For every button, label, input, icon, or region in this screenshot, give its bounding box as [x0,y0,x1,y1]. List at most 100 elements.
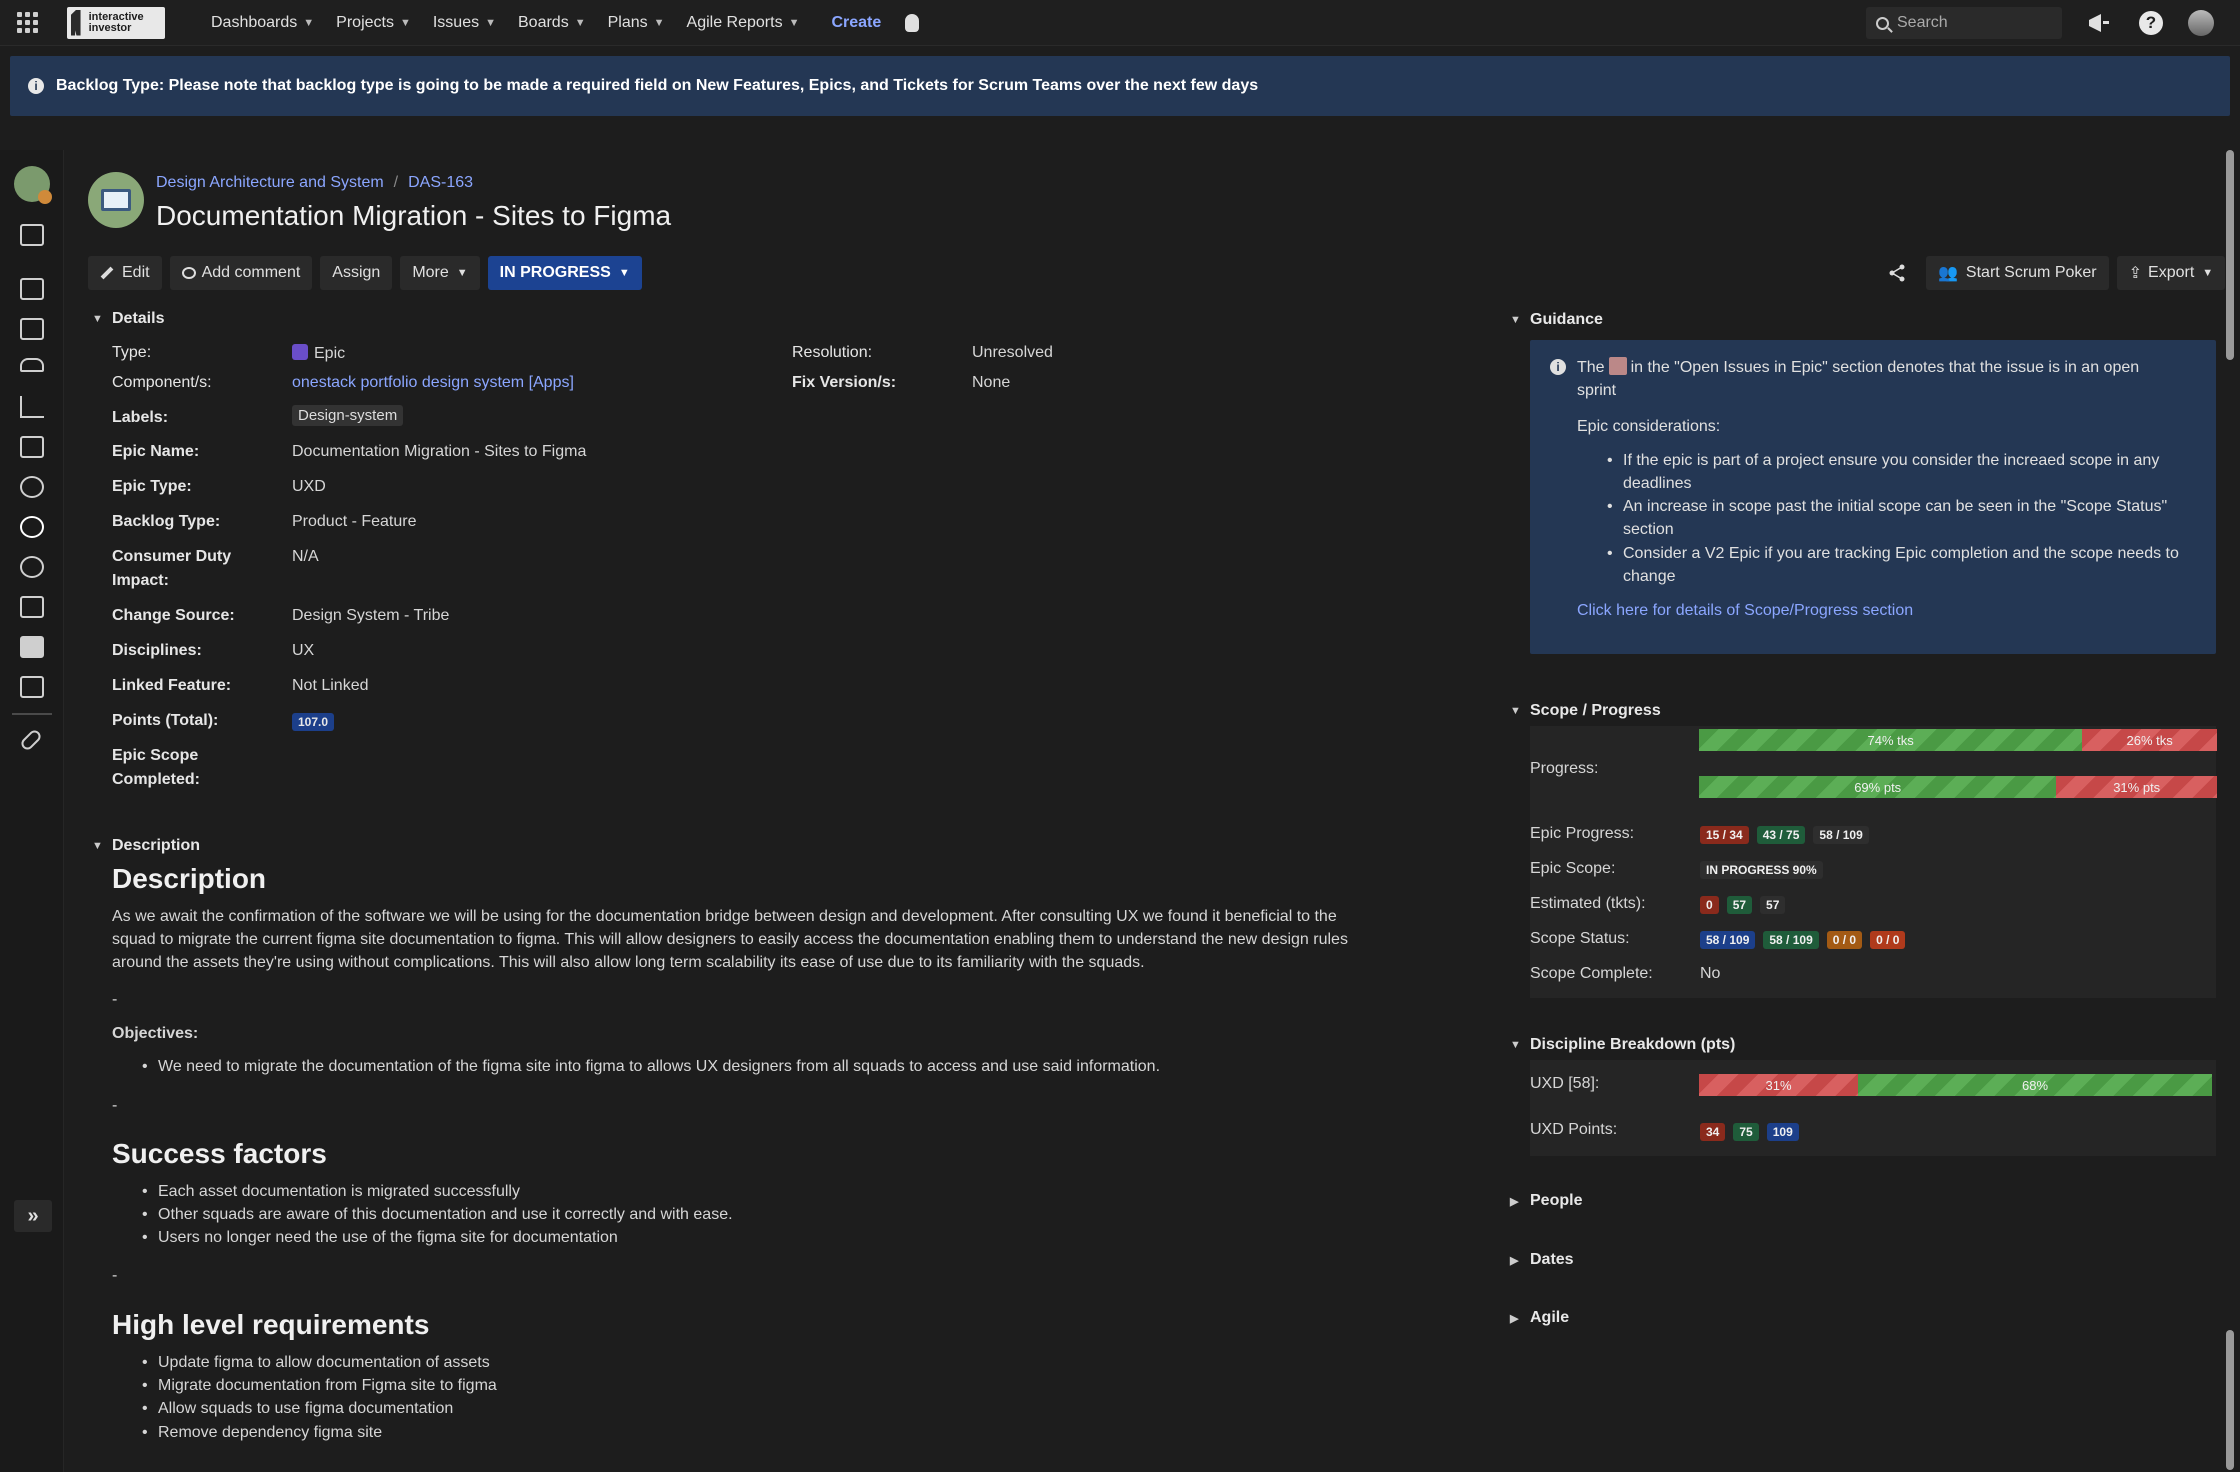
guidance-section-toggle[interactable]: ▼ Guidance [1510,311,1603,329]
label-chip[interactable]: Design-system [292,405,404,426]
backlog-type-value: Product - Feature [292,513,417,530]
success-item: Each asset documentation is migrated suc… [142,1183,520,1201]
linked-feature-label: Linked Feature: [112,677,232,694]
consumer-duty-label-2: Impact: [112,572,169,589]
component-link[interactable]: onestack portfolio design system [Apps] [292,374,574,392]
consumer-duty-value: N/A [292,548,319,565]
estimated-badge: 0 [1700,896,1719,914]
issues-icon[interactable] [20,436,44,458]
backlog-icon[interactable] [20,278,44,300]
dates-heading: Dates [1530,1251,1574,1268]
scrum-poker-label: Start Scrum Poker [1965,264,2097,281]
menu-label: Projects [336,13,394,31]
share-button[interactable] [1876,256,1918,290]
people-section-toggle[interactable]: ▶ People [1510,1192,1582,1210]
sync-icon[interactable] [20,516,44,538]
guidance-intro-a: The [1577,359,1605,376]
type-label: Type: [112,344,152,361]
description-heading: Description [112,837,201,854]
pages-icon[interactable] [20,676,44,698]
edit-button[interactable]: Edit [88,256,162,290]
uxd-remaining-label: 31% [1765,1077,1792,1093]
points-total-badge: 107.0 [292,713,335,731]
scope-status-badges: 58 / 109 58 / 109 0 / 0 0 / 0 [1700,931,1913,949]
menu-issues[interactable]: Issues ▼ [433,14,496,32]
reports-icon[interactable] [20,396,44,418]
uxd-points-label: UXD Points: [1530,1121,1618,1138]
scope-progress-section-toggle[interactable]: ▼ Scope / Progress [1510,702,1661,720]
chevron-down-icon: ▼ [456,267,468,279]
more-button[interactable]: More ▼ [400,256,480,290]
breadcrumb: Design Architecture and System / DAS-163 [156,174,473,192]
points-total-label: Points (Total): [112,712,219,729]
chevron-down-icon: ▼ [788,16,800,29]
menu-agile-reports[interactable]: Agile Reports ▼ [687,14,800,32]
export-button[interactable]: ⇪ Export ▼ [2116,256,2226,290]
company-logo[interactable]: interactive investor [67,6,165,39]
start-scrum-poker-button[interactable]: 👥 Start Scrum Poker [1926,256,2109,290]
user-avatar[interactable] [2188,10,2214,36]
breadcrumb-project-link[interactable]: Design Architecture and System [156,174,384,192]
scope-status-badge: 58 / 109 [1763,931,1819,949]
releases-icon[interactable] [20,358,44,372]
info-icon: i [28,78,44,94]
chevron-down-icon: ▼ [653,16,665,29]
create-button[interactable]: Create [831,14,881,32]
share-icon [1889,264,1905,282]
expand-sidebar-button[interactable]: » [14,1200,52,1232]
uxd-done-label: 68% [2021,1077,2049,1093]
points-progress-bar: 69% pts 31% pts [1699,776,2217,798]
menu-label: Boards [518,13,569,31]
announcement-banner: i Backlog Type: Please note that backlog… [10,56,2230,116]
guidance-intro: The in the "Open Issues in Epic" section … [1577,356,2177,379]
scope-status-badge: 58 / 109 [1700,931,1756,949]
dates-section-toggle[interactable]: ▶ Dates [1510,1251,1574,1269]
inbox-icon[interactable] [20,636,44,658]
scope-status-badge: 0 / 0 [1870,931,1906,949]
columns-icon[interactable] [20,318,44,340]
chevron-down-icon: ▼ [1510,314,1521,326]
board-icon[interactable] [20,224,44,246]
menu-plans[interactable]: Plans ▼ [608,14,665,32]
chevron-down-icon: ▼ [574,16,586,29]
chevron-right-icon: ▶ [1510,1312,1519,1325]
megaphone-icon[interactable] [2086,10,2112,36]
menu-dashboards[interactable]: Dashboards ▼ [211,14,314,32]
project-avatar-small[interactable] [14,166,52,204]
description-paragraph-line-3: around the assets they're using without … [112,954,1145,971]
link-icon[interactable] [18,727,44,753]
project-avatar[interactable] [88,172,144,228]
app-switcher-icon[interactable] [17,11,39,34]
help-icon[interactable]: ? [2138,10,2164,36]
status-label: IN PROGRESS [499,264,611,281]
agile-section-toggle[interactable]: ▶ Agile [1510,1309,1569,1327]
fix-version-label: Fix Version/s: [792,374,897,391]
lightbulb-icon[interactable] [905,13,920,32]
epic-icon [292,344,308,360]
add-comment-button[interactable]: Add comment [169,256,313,290]
tickets-progress-bar: 74% tks 26% tks [1699,729,2217,751]
scope-progress-details-link[interactable]: Click here for details of Scope/Progress… [1577,602,1913,620]
components-icon[interactable] [20,476,44,498]
details-section-toggle[interactable]: ▼ Details [92,310,164,328]
assign-button[interactable]: Assign [320,256,393,290]
discipline-breakdown-section-toggle[interactable]: ▼ Discipline Breakdown (pts) [1510,1036,1735,1054]
points-remaining-segment: 31% pts [2056,776,2217,798]
description-section-toggle[interactable]: ▼ Description [92,837,200,855]
tickets-remaining-label: 26% tks [2126,732,2173,748]
menu-label: Dashboards [211,13,298,31]
search-input[interactable]: Search [1866,7,2062,39]
status-button[interactable]: IN PROGRESS ▼ [487,256,642,290]
menu-projects[interactable]: Projects ▼ [336,14,411,32]
logo-text: interactive investor [88,10,144,34]
estimated-label: Estimated (tkts): [1530,895,1646,912]
chevron-right-icon: ▶ [1510,1195,1519,1208]
refresh-icon[interactable] [20,556,44,578]
right-scrollbar[interactable] [2226,150,2234,360]
epic-name-value: Documentation Migration - Sites to Figma [292,443,587,460]
fix-version-value: None [972,374,1011,391]
page-scrollbar[interactable] [2226,1330,2234,1470]
table-icon[interactable] [20,596,44,618]
menu-boards[interactable]: Boards ▼ [518,14,586,32]
breadcrumb-issue-key-link[interactable]: DAS-163 [408,174,473,192]
